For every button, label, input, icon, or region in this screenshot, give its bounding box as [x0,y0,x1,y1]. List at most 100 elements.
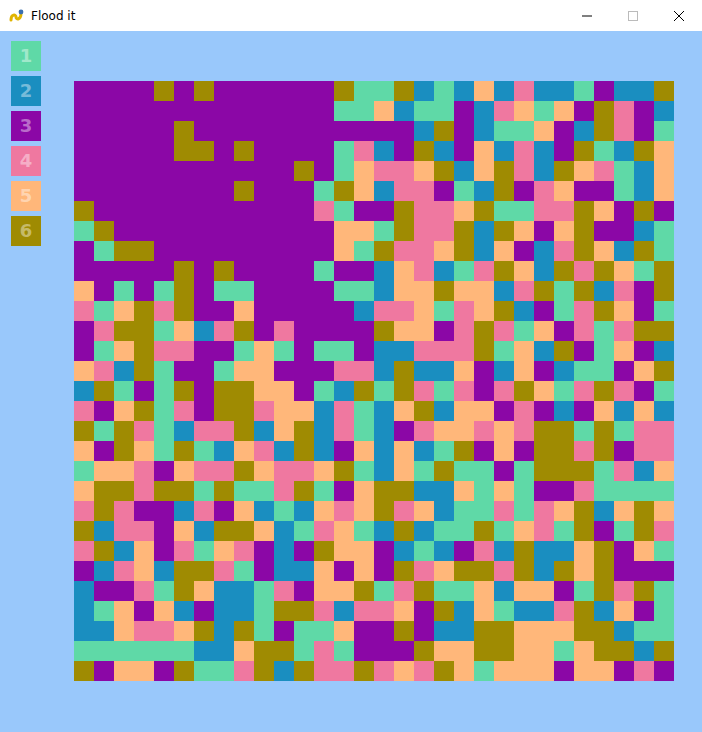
board-cell [434,141,454,161]
board-cell [494,361,514,381]
board-cell [634,661,654,681]
board-cell [354,461,374,481]
board-cell [214,341,234,361]
color-button[interactable]: 6 [11,216,41,246]
board-cell [394,121,414,141]
board-cell [474,281,494,301]
board-cell [514,141,534,161]
board-cell [334,181,354,201]
board-cell [254,141,274,161]
board-cell [374,581,394,601]
board-cell [494,421,514,441]
board-cell [314,541,334,561]
board-cell [394,521,414,541]
board-cell [154,341,174,361]
board-cell [554,661,574,681]
board-cell [534,261,554,281]
board-cell [594,301,614,321]
close-button[interactable] [656,0,702,31]
board-cell [414,561,434,581]
color-button[interactable]: 3 [11,111,41,141]
board-cell [334,441,354,461]
board-cell [94,381,114,401]
board-cell [494,441,514,461]
board-cell [334,521,354,541]
board-cell [514,421,534,441]
board-cell [474,601,494,621]
board-cell [294,321,314,341]
board-cell [254,361,274,381]
board-cell [634,361,654,381]
board-cell [414,541,434,561]
board-cell [94,281,114,301]
board-cell [274,461,294,481]
board-cell [614,161,634,181]
board-cell [74,401,94,421]
board-cell [634,381,654,401]
board-cell [274,161,294,181]
board-cell [494,541,514,561]
board-cell [94,601,114,621]
board-cell [254,641,274,661]
board-cell [534,541,554,561]
board-cell [554,341,574,361]
board-cell [274,561,294,581]
maximize-button[interactable] [610,0,656,31]
board-cell [454,581,474,601]
board-cell [274,521,294,541]
board-cell [374,121,394,141]
board-cell [494,341,514,361]
board-cell [174,301,194,321]
board-cell [274,241,294,261]
board-cell [114,481,134,501]
board-cell [174,181,194,201]
board-cell [194,461,214,481]
board-cell [474,441,494,461]
color-button[interactable]: 1 [11,41,41,71]
board-cell [454,421,474,441]
board-cell [574,141,594,161]
board-cell [114,561,134,581]
board-cell [654,341,674,361]
board-cell [374,601,394,621]
board-cell [294,621,314,641]
board-cell [154,561,174,581]
board-cell [174,221,194,241]
board-cell [434,421,454,441]
board-cell [534,241,554,261]
board-cell [354,221,374,241]
board-cell [514,561,534,581]
color-button[interactable]: 5 [11,181,41,211]
board-cell [254,221,274,241]
close-icon [674,11,684,21]
board-cell [494,601,514,621]
board-cell [234,141,254,161]
board-cell [534,581,554,601]
minimize-icon [582,11,592,21]
board-cell [94,661,114,681]
board-cell [294,81,314,101]
board-cell [474,421,494,441]
board-cell [594,241,614,261]
board-cell [94,541,114,561]
board-cell [334,581,354,601]
board-cell [314,601,334,621]
board-cell [614,581,634,601]
minimize-button[interactable] [564,0,610,31]
board-cell [114,521,134,541]
board-cell [414,581,434,601]
board-cell [254,501,274,521]
color-button[interactable]: 4 [11,146,41,176]
board-cell [294,561,314,581]
board-cell [234,341,254,361]
board-cell [314,261,334,281]
board-cell [454,601,474,621]
board-cell [134,521,154,541]
board-cell [174,81,194,101]
color-button[interactable]: 2 [11,76,41,106]
board-cell [274,341,294,361]
board-cell [134,341,154,361]
board-cell [594,441,614,461]
board-cell [354,181,374,201]
board-cell [214,361,234,381]
